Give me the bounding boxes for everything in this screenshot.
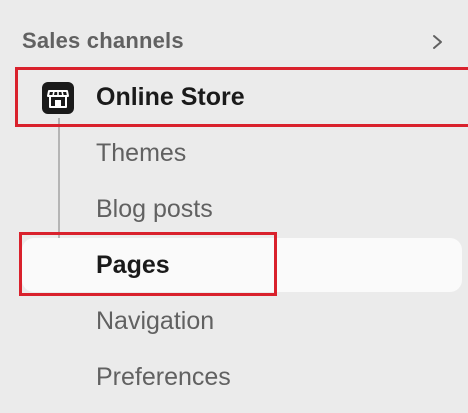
sidebar-item-label: Themes — [96, 139, 187, 167]
sales-channels-title: Sales channels — [22, 28, 184, 53]
sidebar-item-label: Online Store — [96, 83, 245, 111]
sidebar-item-themes[interactable]: Themes — [0, 129, 468, 177]
sidebar-item-label: Pages — [96, 251, 170, 279]
sidebar-item-navigation[interactable]: Navigation — [0, 297, 468, 345]
sidebar-item-blog-posts[interactable]: Blog posts — [0, 185, 468, 233]
chevron-right-icon[interactable] — [428, 30, 448, 54]
sidebar-item-preferences[interactable]: Preferences — [0, 353, 468, 401]
sidebar-item-pages[interactable]: Pages — [22, 238, 462, 292]
sidebar-item-label: Navigation — [96, 307, 215, 335]
sidebar-item-label: Blog posts — [96, 195, 213, 223]
store-icon — [42, 82, 74, 114]
sidebar-item-online-store[interactable]: Online Store — [0, 73, 468, 121]
sidebar-item-label: Preferences — [96, 363, 231, 391]
sales-channels-header[interactable]: Sales channels — [0, 20, 468, 64]
